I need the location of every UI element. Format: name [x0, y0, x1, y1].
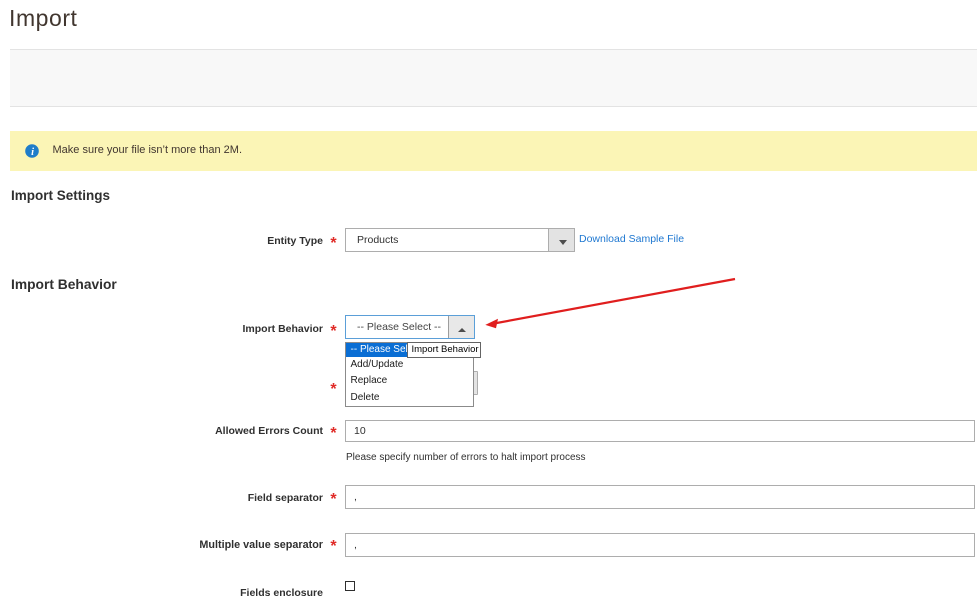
- svg-text:i: i: [31, 147, 34, 158]
